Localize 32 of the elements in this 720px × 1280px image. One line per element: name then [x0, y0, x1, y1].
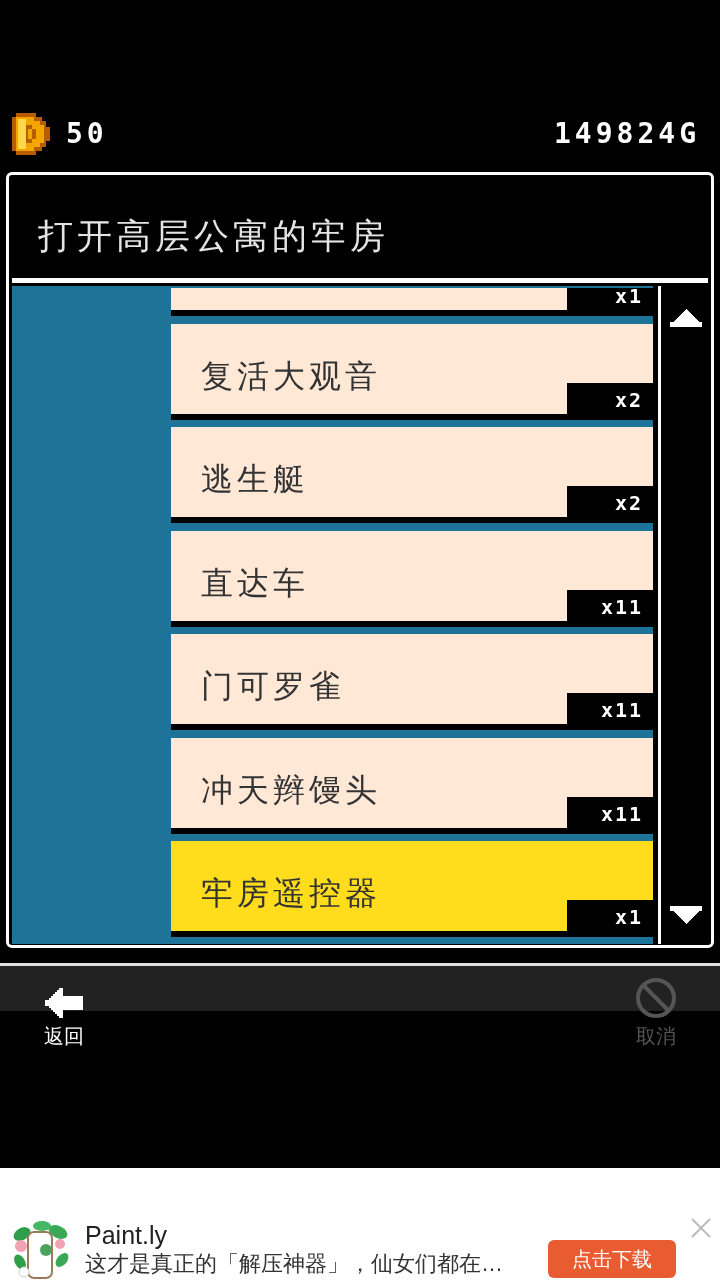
list-item[interactable]: 牢房遥控器 x1: [171, 841, 653, 937]
list-item[interactable]: x1: [171, 288, 653, 316]
coin-icon: [12, 113, 50, 155]
back-arrow-icon: [45, 988, 83, 1018]
back-button[interactable]: 返回: [40, 966, 88, 1052]
list-item[interactable]: 逃生艇 x2: [171, 427, 653, 523]
item-count: x1: [567, 288, 653, 310]
item-name: 直达车: [201, 566, 309, 599]
item-name: 逃生艇: [201, 463, 309, 495]
scroll-down-icon[interactable]: [669, 906, 702, 924]
ad-description: 这才是真正的「解压神器」，仙女们都在…: [85, 1250, 503, 1278]
list-item[interactable]: 复活大观音 x2: [171, 323, 653, 420]
item-count: x2: [567, 382, 653, 414]
item-name: 复活大观音: [201, 359, 381, 392]
item-name: 门可罗雀: [201, 670, 345, 702]
item-count: x11: [567, 796, 653, 828]
currency-amount: 149824G: [554, 120, 700, 148]
dialog-title: 打开高层公寓的牢房: [38, 217, 389, 253]
item-name: 牢房遥控器: [201, 877, 381, 909]
item-count: x11: [567, 693, 653, 724]
item-count: x2: [567, 486, 653, 517]
download-button[interactable]: 点击下载: [548, 1240, 676, 1278]
item-count: x11: [567, 589, 653, 621]
list-item[interactable]: 直达车 x11: [171, 530, 653, 627]
list-item[interactable]: 冲天辫馒头 x11: [171, 737, 653, 834]
cancel-icon: [636, 978, 676, 1018]
item-name: 冲天辫馒头: [201, 773, 381, 806]
gem-count: 50: [66, 120, 108, 148]
list-item[interactable]: 门可罗雀 x11: [171, 634, 653, 730]
app-name: Paint.ly: [85, 1220, 168, 1250]
scroll-up-icon[interactable]: [669, 309, 702, 327]
item-count: x1: [567, 900, 653, 931]
